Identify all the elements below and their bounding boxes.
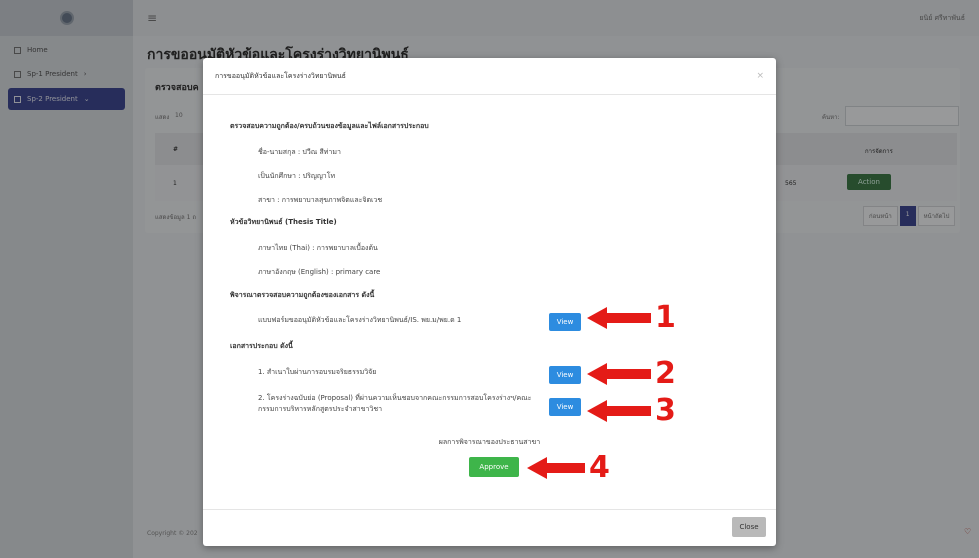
- left-arrow-icon: [587, 400, 651, 422]
- approval-modal: การขออนุมัติหัวข้อและโครงร่างวิทยานิพนธ์…: [203, 58, 776, 546]
- document-form-label: แบบฟอร์มขออนุมัติหัวข้อและโครงร่างวิทยาน…: [258, 316, 462, 324]
- attachment-ethics-label: 1. สำเนาใบผ่านการอบรมจริยธรรมวิจัย: [258, 368, 377, 376]
- student-major: สาขา : การพยาบาลสุขภาพจิตและจิตเวช: [258, 196, 383, 204]
- annotation-4: 4: [527, 453, 610, 483]
- thesis-title-thai: ภาษาไทย (Thai) : การพยาบาลเบื้องต้น: [258, 244, 378, 252]
- section-attachments-heading: เอกสารประกอบ ดังนี้: [230, 342, 293, 350]
- section-documents-heading: พิจารณาตรวจสอบความถูกต้องของเอกสาร ดังนี…: [230, 291, 375, 299]
- annotation-number: 2: [655, 356, 676, 391]
- close-button[interactable]: Close: [732, 517, 766, 537]
- annotation-number: 4: [589, 450, 610, 485]
- chair-result-label: ผลการพิจารณาของประธานสาขา: [438, 438, 541, 446]
- approve-button[interactable]: Approve: [469, 457, 519, 477]
- section-check-heading: ตรวจสอบความถูกต้อง/ครบถ้วนของข้อมูลและไฟ…: [230, 122, 429, 130]
- left-arrow-icon: [527, 457, 585, 479]
- student-name: ชื่อ-นามสกุล : ปวีณ สีท่ามา: [258, 148, 341, 156]
- annotation-2: 2: [587, 359, 676, 389]
- annotation-1: 1: [587, 303, 676, 333]
- section-thesis-title-heading: หัวข้อวิทยานิพนธ์ (Thesis Title): [230, 218, 337, 226]
- thesis-title-english: ภาษาอังกฤษ (English) : primary care: [258, 268, 381, 276]
- view-form-button[interactable]: View: [549, 313, 581, 331]
- left-arrow-icon: [587, 307, 651, 329]
- modal-footer: Close: [203, 509, 776, 546]
- view-ethics-button[interactable]: View: [549, 366, 581, 384]
- modal-header: การขออนุมัติหัวข้อและโครงร่างวิทยานิพนธ์…: [203, 58, 776, 95]
- annotation-3: 3: [587, 396, 676, 426]
- attachment-proposal-label: 2. โครงร่างฉบับย่อ (Proposal) ที่ผ่านควา…: [258, 394, 532, 413]
- modal-title: การขออนุมัติหัวข้อและโครงร่างวิทยานิพนธ์: [215, 71, 346, 80]
- view-proposal-button[interactable]: View: [549, 398, 581, 416]
- close-icon[interactable]: ×: [756, 71, 764, 81]
- left-arrow-icon: [587, 363, 651, 385]
- student-type: เป็นนักศึกษา : ปริญญาโท: [258, 172, 336, 180]
- annotation-number: 3: [655, 393, 676, 428]
- annotation-number: 1: [655, 300, 676, 335]
